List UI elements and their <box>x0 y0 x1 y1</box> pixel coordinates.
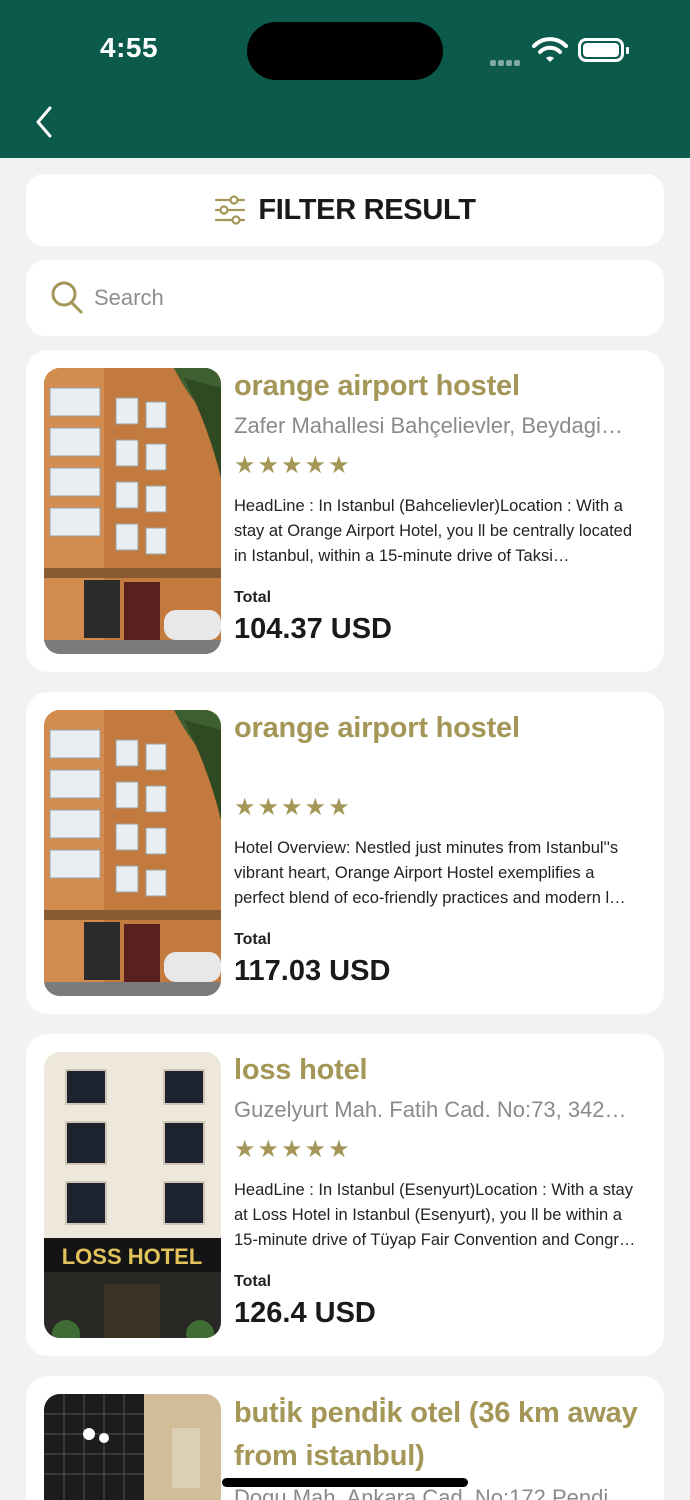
hotel-card[interactable]: orange airport hostel ★★★★★ Hotel Overvi… <box>26 692 664 1014</box>
hotel-description: HeadLine : In Istanbul (Bahcelievler)Loc… <box>234 497 633 565</box>
hotel-name[interactable]: buti̇k pendi̇k otel (36 km away from ist… <box>234 1392 644 1478</box>
search-input[interactable] <box>94 278 614 318</box>
hotel-image <box>44 1394 221 1500</box>
hotel-address <box>234 752 644 784</box>
search-bar <box>26 260 664 336</box>
hotel-image: LOSS HOTEL <box>44 1052 221 1338</box>
wifi-icon <box>532 37 568 62</box>
hotel-address: Guzelyurt Mah. Fatih Cad. No:73, 342… <box>234 1097 627 1122</box>
hotel-description: Hotel Overview: Nestled just minutes fro… <box>234 839 626 907</box>
filter-result-button[interactable]: FILTER RESULT <box>26 174 664 246</box>
hotel-card[interactable]: orange airport hostel Zafer Mahallesi Ba… <box>26 350 664 672</box>
hotel-name[interactable]: loss hotel <box>234 1050 644 1090</box>
app-header: 4:55 <box>0 0 690 158</box>
back-arrow-icon[interactable] <box>30 102 60 142</box>
hotel-description: HeadLine : In Istanbul (Esenyurt)Locatio… <box>234 1181 636 1249</box>
home-indicator <box>222 1478 468 1487</box>
total-label: Total <box>234 1273 272 1290</box>
total-label: Total <box>234 589 272 606</box>
filter-result-label: FILTER RESULT <box>258 193 476 226</box>
hotel-price: 117.03 USD <box>234 955 391 987</box>
status-time: 4:55 <box>100 32 159 63</box>
search-icon <box>51 281 83 314</box>
hotel-price: 104.37 USD <box>234 613 392 645</box>
hotel-card[interactable]: LOSS HOTEL loss hotel Guzelyurt Mah. Fat… <box>26 1034 664 1356</box>
hotel-address: Zafer Mahallesi Bahçelievler, Beydagi… <box>234 413 623 438</box>
hotel-image <box>44 368 221 654</box>
star-rating: ★★★★★ <box>234 1136 352 1163</box>
star-rating: ★★★★★ <box>234 452 352 479</box>
filter-sliders-icon <box>215 195 246 225</box>
hotel-price: 126.4 USD <box>234 1297 376 1329</box>
star-rating: ★★★★★ <box>234 794 352 821</box>
total-label: Total <box>234 931 272 948</box>
hotel-name[interactable]: orange airport hostel <box>234 708 644 748</box>
hotel-name[interactable]: orange airport hostel <box>234 366 644 406</box>
battery-icon <box>578 38 629 62</box>
hotel-sign-text: LOSS HOTEL <box>62 1244 203 1269</box>
hotel-image <box>44 710 221 996</box>
dynamic-island <box>247 22 443 80</box>
cellular-signal-icon <box>490 53 522 71</box>
